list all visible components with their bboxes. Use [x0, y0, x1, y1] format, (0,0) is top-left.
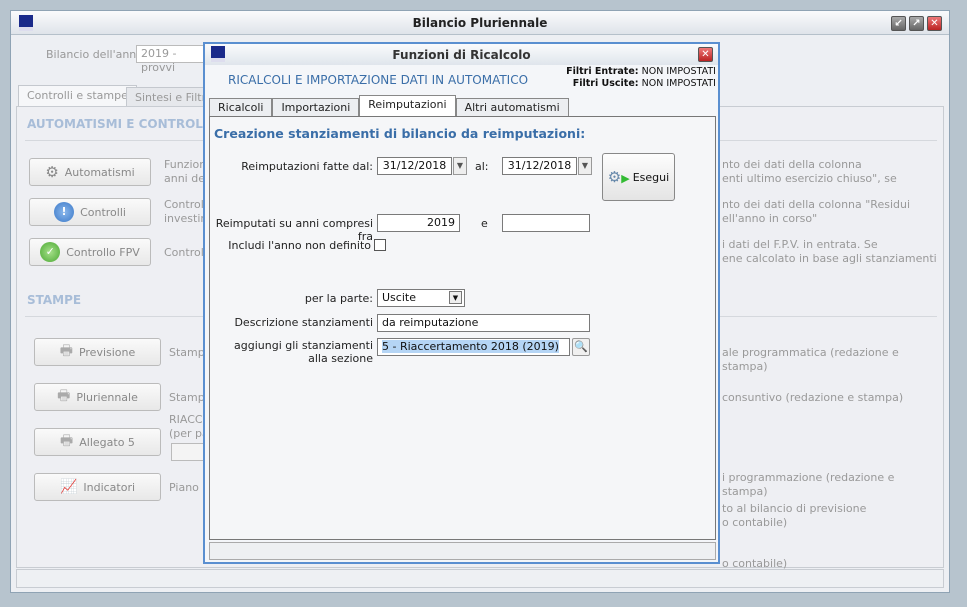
year-from-input[interactable]: 2019 — [377, 214, 460, 232]
button-label: Previsione — [78, 345, 136, 359]
filter-in-label: Filtri Entrate: — [566, 66, 639, 77]
part-value: Uscite — [382, 291, 416, 304]
include-label: Includi l'anno non definito — [228, 239, 371, 252]
dialog-close-button[interactable]: ✕ — [698, 47, 713, 62]
include-checkbox[interactable] — [374, 239, 386, 251]
desc-line: ene calcolato in base agli stanziamenti — [722, 252, 937, 265]
section-stampe: STAMPE — [27, 293, 82, 307]
status-bar — [16, 569, 944, 588]
chart-icon: 📈 — [59, 479, 78, 495]
ricalcolo-dialog: Funzioni di Ricalcolo ✕ RICALCOLI E IMPO… — [203, 42, 720, 564]
desc-right: i programmazione (redazione e stampa) — [722, 471, 895, 498]
maximize-button[interactable]: ↗ — [909, 16, 924, 31]
controllo-fpv-button[interactable]: ✓ Controllo FPV — [29, 238, 151, 266]
dialog-tabs: Ricalcoli Importazioni Reimputazioni Alt… — [209, 95, 569, 116]
dialog-heading: RICALCOLI E IMPORTAZIONE DATI IN AUTOMAT… — [228, 73, 529, 87]
desc-right: nto dei dati della colonna enti ultimo es… — [722, 158, 897, 186]
to-date-input[interactable]: 31/12/2018 — [502, 157, 577, 175]
filter-out-label: Filtri Uscite: — [572, 78, 639, 89]
tab-reimputazioni[interactable]: Reimputazioni — [359, 95, 456, 116]
esegui-label: Esegui — [632, 170, 670, 184]
automatismi-button[interactable]: ⚙ Automatismi — [29, 158, 151, 186]
desc-line: to al bilancio di previsione — [722, 502, 867, 515]
button-label: Allegato 5 — [79, 435, 135, 449]
section-automatismi: AUTOMATISMI E CONTROLLI — [27, 117, 216, 131]
panel-subtitle: Creazione stanziamenti di bilancio da re… — [214, 126, 586, 141]
desc-right: nto dei dati della colonna "Residui ell'a… — [722, 198, 910, 226]
printer-icon: 🖶 — [57, 388, 71, 404]
dialog-status-bar — [209, 542, 716, 560]
button-label: Controlli — [80, 205, 126, 219]
section-value: 5 - Riaccertamento 2018 (2019) — [382, 340, 559, 353]
desc-line: i dati del F.P.V. in entrata. Se — [722, 238, 878, 251]
year-label: Bilancio dell'anno: — [46, 48, 147, 61]
desc-line: o contabile) — [722, 516, 788, 529]
desc-right: ale programmatica (redazione e stampa) — [722, 346, 899, 373]
to-label: al: — [475, 160, 489, 173]
button-label: Indicatori — [83, 480, 136, 494]
and-label: e — [481, 217, 488, 230]
from-date-input[interactable]: 31/12/2018 — [377, 157, 452, 175]
close-button[interactable]: ✕ — [927, 16, 942, 31]
filter-out-value: NON IMPOSTATI — [641, 78, 716, 89]
dialog-title: Funzioni di Ricalcolo — [392, 47, 531, 62]
allegato5-button[interactable]: 🖶 Allegato 5 — [34, 428, 161, 456]
desc-right: consuntivo (redazione e stampa) — [722, 391, 904, 404]
reimputazioni-panel: Creazione stanziamenti di bilancio da re… — [209, 116, 716, 540]
main-title: Bilancio Pluriennale — [412, 15, 548, 30]
esegui-button[interactable]: ⚙▶ Esegui — [602, 153, 675, 201]
section-label-line: alla sezione — [308, 352, 373, 365]
gears-play-icon: ⚙▶ — [607, 168, 630, 186]
section-label-line: aggiungi gli stanziamenti — [234, 339, 373, 352]
button-label: Controllo FPV — [66, 245, 140, 259]
pluriennale-button[interactable]: 🖶 Pluriennale — [34, 383, 161, 411]
check-icon: ✓ — [40, 242, 61, 262]
printer-icon: 🖶 — [60, 433, 74, 449]
wrench-icon: ⚙ — [45, 163, 59, 181]
part-select[interactable]: Uscite ▼ — [377, 289, 465, 307]
section-input[interactable]: 5 - Riaccertamento 2018 (2019) — [377, 338, 570, 356]
minimize-button[interactable]: ↙ — [891, 16, 906, 31]
controlli-button[interactable]: ! Controlli — [29, 198, 151, 226]
filter-in-value: NON IMPOSTATI — [641, 66, 716, 77]
filters-info: Filtri Entrate: NON IMPOSTATI Filtri Usc… — [566, 66, 716, 90]
desc-label: Descrizione stanziamenti — [234, 316, 373, 329]
info-icon: ! — [54, 202, 75, 222]
search-icon[interactable]: 🔍 — [572, 338, 590, 356]
desc-input[interactable]: da reimputazione — [377, 314, 590, 332]
main-titlebar: Bilancio Pluriennale ↙ ↗ ✕ — [11, 11, 949, 35]
year-to-input[interactable] — [502, 214, 590, 232]
desc-line: enti ultimo esercizio chiuso", se — [722, 172, 897, 185]
indicatori-button[interactable]: 📈 Indicatori — [34, 473, 161, 501]
desc-line: nto dei dati della colonna "Residui — [722, 198, 911, 211]
tab-altri-automatismi[interactable]: Altri automatismi — [455, 98, 569, 116]
part-label: per la parte: — [304, 292, 373, 305]
tab-ricalcoli[interactable]: Ricalcoli — [209, 98, 273, 116]
app-icon — [211, 46, 225, 62]
section-label: aggiungi gli stanziamenti alla sezione — [210, 339, 373, 365]
to-date-dropdown-icon[interactable]: ▼ — [578, 157, 592, 175]
tab-controlli-stampe[interactable]: Controlli e stampe — [18, 85, 137, 107]
previsione-button[interactable]: 🖶 Previsione — [34, 338, 161, 366]
from-label: Reimputazioni fatte dal: — [241, 160, 373, 173]
dialog-titlebar: Funzioni di Ricalcolo ✕ — [205, 44, 718, 65]
desc-line: ell'anno in corso" — [722, 212, 818, 225]
button-label: Pluriennale — [76, 390, 138, 404]
desc-right: i dati del F.P.V. in entrata. Se ene calc… — [722, 238, 937, 266]
desc-right: to al bilancio di previsione o contabile) — [722, 502, 866, 530]
desc-line: nto dei dati della colonna — [722, 158, 862, 171]
printer-icon: 🖶 — [59, 343, 73, 359]
button-label: Automatismi — [64, 165, 135, 179]
app-icon — [19, 15, 33, 31]
from-date-dropdown-icon[interactable]: ▼ — [453, 157, 467, 175]
chevron-down-icon: ▼ — [449, 291, 462, 304]
tab-importazioni[interactable]: Importazioni — [272, 98, 360, 116]
